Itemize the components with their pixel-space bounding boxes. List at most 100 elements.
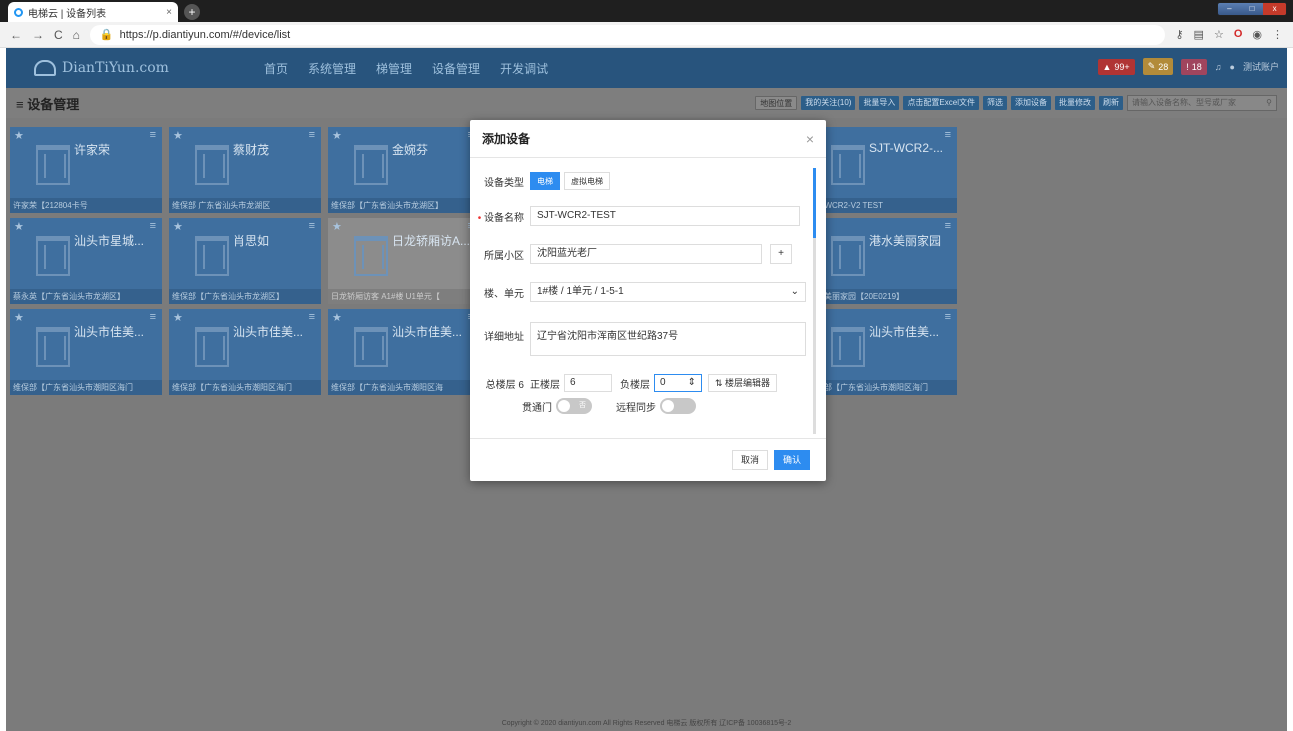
device-card[interactable]: ★≡金婉芬维保部【广东省汕头市龙湖区】 [328,127,480,213]
device-card[interactable]: ★≡汕头市佳美...维保部【广东省汕头市潮阳区海门 [10,309,162,395]
favorite-star-icon[interactable]: ★ [173,220,183,233]
minimize-button[interactable]: – [1218,3,1241,15]
nav-item-home[interactable]: 首页 [264,60,288,77]
wrench-icon: ✎ [1147,61,1156,71]
translate-icon[interactable]: ▤ [1194,28,1204,41]
dialog-close-icon[interactable]: × [806,131,814,147]
dialog-scrollbar[interactable] [813,168,816,434]
device-card[interactable]: ★≡汕头市佳美...维保部【广东省汕头市潮阳区海门 [805,309,957,395]
user-name[interactable]: 测试账户 [1243,60,1279,73]
alarm-badge[interactable]: ▲ 99+ [1097,58,1135,75]
through-door-toggle[interactable]: 否 [556,398,592,414]
favorite-star-icon[interactable]: ★ [14,129,24,142]
device-card[interactable]: ★≡汕头市佳美...维保部【广东省汕头市潮阳区海 [328,309,480,395]
card-menu-icon[interactable]: ≡ [150,220,156,232]
nav-item-device[interactable]: 设备管理 [432,60,480,77]
batch-edit-button[interactable]: 批量修改 [1055,96,1095,110]
browser-tab[interactable]: 电梯云 | 设备列表 × [8,2,178,22]
forward-icon[interactable]: → [32,28,44,42]
back-icon[interactable]: ← [10,28,22,42]
add-device-button[interactable]: 添加设备 [1011,96,1051,110]
bookmark-star-icon[interactable]: ☆ [1214,28,1224,41]
address-textarea[interactable]: 辽宁省沈阳市浑南区世纪路37号 [530,322,806,356]
device-search-input[interactable]: 请输入设备名称、型号或厂家 ⚲ [1127,95,1277,111]
card-menu-icon[interactable]: ≡ [309,311,315,323]
url-field[interactable]: 🔒 https://p.diantiyun.com/#/device/list [89,24,1166,45]
home-icon[interactable]: ⌂ [73,28,80,42]
refresh-button[interactable]: 刷新 [1099,96,1123,110]
nav-item-system[interactable]: 系统管理 [308,60,356,77]
bell-icon[interactable]: ♫ [1215,62,1222,72]
remote-sync-toggle[interactable] [660,398,696,414]
account-icon[interactable]: ◉ [1252,28,1262,41]
community-input[interactable]: 沈阳蓝光老厂 [530,244,762,264]
card-menu-icon[interactable]: ≡ [150,129,156,141]
user-avatar[interactable]: ● [1230,62,1235,72]
card-menu-icon[interactable]: ≡ [945,311,951,323]
device-card[interactable]: ★ ≡ 汕头市星城... 蔡永英【广东省汕头市龙湖区】 [10,218,162,304]
batch-import-button[interactable]: 批量导入 [859,96,900,110]
favorite-star-icon[interactable]: ★ [173,129,183,142]
filter-button[interactable]: 筛选 [983,96,1007,110]
device-card-name: 日龙轿厢访A... [392,234,471,248]
device-card[interactable]: ★≡港水美丽家园港水美丽家园【20E0219】 [805,218,957,304]
map-location-button[interactable]: 地图位置 [755,96,798,110]
device-card[interactable]: ★ ≡ 肖思如 维保部【广东省汕头市龙湖区】 [169,218,321,304]
close-window-button[interactable]: x [1263,3,1287,15]
cancel-button[interactable]: 取消 [731,450,768,470]
favorite-star-icon[interactable]: ★ [332,311,342,324]
page-toolbar: ≡ 设备管理 地图位置 我的关注(10) 批量导入 点击配置Excel文件 筛选… [6,88,1287,118]
reload-icon[interactable]: C [54,28,63,42]
device-type-selector: 电梯 虚拟电梯 [530,172,610,190]
maximize-button[interactable]: □ [1241,3,1264,15]
device-card[interactable]: ★ ≡ 许家荣 许家荣【212804卡号 [10,127,162,213]
favorite-star-icon[interactable]: ★ [14,220,24,233]
elevator-icon [195,236,229,276]
positive-floor-input[interactable]: 6 [564,374,612,392]
more-menu-icon[interactable]: ⋮ [1272,28,1283,41]
device-card-name: 汕头市佳美... [74,325,145,339]
building-select[interactable]: 1#楼 / 1单元 / 1-5-1 ⌄ [530,282,806,302]
favorite-star-icon[interactable]: ★ [332,129,342,142]
device-card[interactable]: ★≡SJT-WCR2-...SJT-WCR2-V2 TEST [805,127,957,213]
favorite-star-icon[interactable]: ★ [14,311,24,324]
favorite-star-icon[interactable]: ★ [332,220,342,233]
card-menu-icon[interactable]: ≡ [150,311,156,323]
device-name-input[interactable]: SJT-WCR2-TEST [530,206,800,226]
type-virtual-option[interactable]: 虚拟电梯 [564,172,610,190]
device-card-footer: 许家荣【212804卡号 [10,198,162,213]
search-icon[interactable]: ⚲ [1266,96,1272,110]
opera-icon[interactable]: O [1234,28,1243,41]
key-icon[interactable]: ⚷ [1175,28,1183,41]
my-follow-button[interactable]: 我的关注(10) [801,96,856,110]
device-card-name: 肖思如 [233,234,270,248]
device-card[interactable]: ★≡日龙轿厢访A...日龙轿厢访客 A1#楼 U1单元【 [328,218,480,304]
card-menu-icon[interactable]: ≡ [309,129,315,141]
card-menu-icon[interactable]: ≡ [309,220,315,232]
tab-close-icon[interactable]: × [166,7,172,18]
lock-icon: 🔒 [99,29,114,41]
favorite-star-icon[interactable]: ★ [173,311,183,324]
device-card[interactable]: ★ ≡ 蔡财茂 维保部 广东省汕头市龙湖区 [169,127,321,213]
scrollbar-thumb[interactable] [813,168,816,238]
new-tab-button[interactable]: + [184,4,200,20]
card-menu-icon[interactable]: ≡ [945,129,951,141]
negative-floor-input[interactable]: 0 ⇕ [654,374,702,392]
menu-icon[interactable]: ≡ [16,97,27,112]
card-menu-icon[interactable]: ≡ [945,220,951,232]
nav-item-dev-debug[interactable]: 开发调试 [500,60,548,77]
stepper-icon[interactable]: ⇕ [688,375,696,391]
repair-badge[interactable]: ✎ 28 [1142,58,1174,75]
device-name-label: • 设备名称 [477,212,524,224]
type-elevator-option[interactable]: 电梯 [530,172,560,190]
floor-editor-button[interactable]: ⇅ 楼层编辑器 [708,374,778,392]
device-card[interactable]: ★≡汕头市佳美...维保部【广东省汕头市潮阳区海门 [169,309,321,395]
nav-item-elevator[interactable]: 梯管理 [376,60,412,77]
device-card-footer: 日龙轿厢访客 A1#楼 U1单元【 [328,289,480,304]
fault-badge[interactable]: ! 18 [1181,58,1207,75]
toolbar-buttons: 地图位置 我的关注(10) 批量导入 点击配置Excel文件 筛选 添加设备 批… [755,95,1277,111]
confirm-button[interactable]: 确认 [773,450,810,470]
add-community-button[interactable]: + [770,244,792,264]
logo[interactable]: DianTiYun.com [34,60,264,76]
excel-config-button[interactable]: 点击配置Excel文件 [903,96,979,110]
